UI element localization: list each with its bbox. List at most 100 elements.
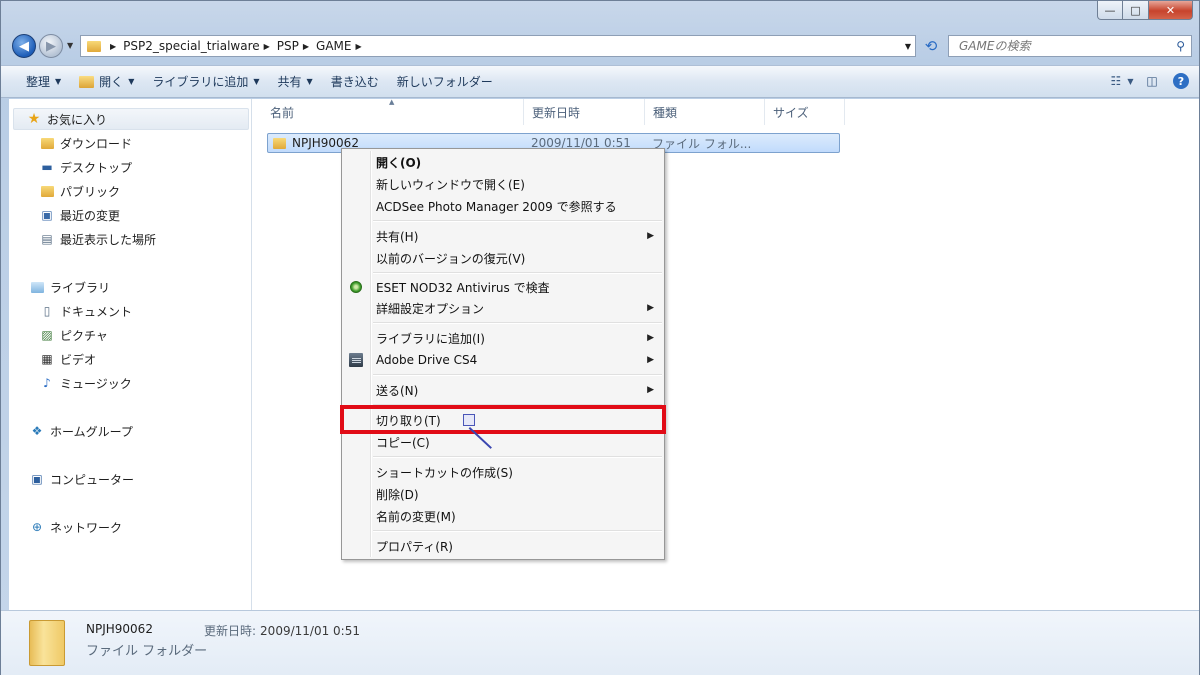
sidebar-item-libraries[interactable]: ライブラリ bbox=[29, 276, 110, 298]
search-icon[interactable]: ⚲ bbox=[1176, 39, 1185, 53]
column-name[interactable]: 名前 bbox=[252, 99, 524, 125]
menu-item-create-shortcut[interactable]: ショートカットの作成(S) bbox=[376, 462, 513, 482]
sidebar-item-label: コンピューター bbox=[50, 472, 135, 487]
sidebar-item-label: パブリック bbox=[60, 184, 121, 199]
context-menu: 開く(O) 新しいウィンドウで開く(E) ACDSee Photo Manage… bbox=[341, 148, 665, 560]
submenu-arrow-icon: ▶ bbox=[647, 355, 654, 365]
recent-changes-icon: ▣ bbox=[41, 208, 53, 222]
sidebar-item-recent-places[interactable]: ▤ 最近表示した場所 bbox=[39, 228, 156, 250]
downloads-folder-icon bbox=[39, 135, 55, 151]
share-button[interactable]: 共有 ▼ bbox=[269, 70, 322, 94]
open-button[interactable]: 開く ▼ bbox=[70, 70, 143, 94]
sidebar-item-label: ホームグループ bbox=[50, 424, 133, 439]
arrow-left-icon: ◀ bbox=[19, 38, 29, 54]
breadcrumb-item[interactable]: PSP2_special_trialware bbox=[123, 39, 259, 53]
chevron-down-icon[interactable]: ▼ bbox=[905, 42, 911, 51]
sidebar-item-music[interactable]: ♪ ミュージック bbox=[39, 372, 132, 394]
network-icon: ⊕ bbox=[31, 520, 43, 534]
menu-item-delete[interactable]: 削除(D) bbox=[376, 484, 419, 504]
sidebar-item-downloads[interactable]: ダウンロード bbox=[39, 132, 132, 154]
sidebar-item-homegroup[interactable]: ❖ ホームグループ bbox=[29, 420, 133, 442]
menu-item-share[interactable]: 共有(H) bbox=[376, 226, 418, 246]
submenu-arrow-icon: ▶ bbox=[647, 385, 654, 395]
burn-button[interactable]: 書き込む bbox=[322, 70, 388, 94]
details-date-value: 2009/11/01 0:51 bbox=[260, 624, 360, 638]
refresh-icon[interactable]: ⟲ bbox=[922, 37, 940, 55]
details-pane: NPJH90062 更新日時: 2009/11/01 0:51 ファイル フォルダ… bbox=[1, 610, 1199, 675]
minimize-button[interactable]: — bbox=[1097, 1, 1123, 20]
search-box[interactable]: ⚲ bbox=[948, 35, 1192, 57]
recent-pages-dropdown[interactable]: ▼ bbox=[67, 41, 73, 50]
chevron-down-icon: ▼ bbox=[306, 77, 313, 86]
open-label: 開く bbox=[99, 75, 124, 89]
sidebar-item-recent-changes[interactable]: ▣ 最近の変更 bbox=[39, 204, 120, 226]
details-date-label: 更新日時: bbox=[204, 624, 257, 638]
menu-item-advanced-options[interactable]: 詳細設定オプション bbox=[376, 298, 484, 318]
organize-label: 整理 bbox=[26, 75, 51, 89]
sidebar-item-label: ネットワーク bbox=[50, 520, 123, 535]
search-input[interactable] bbox=[957, 38, 1161, 54]
menu-item-eset-scan[interactable]: ESET NOD32 Antivirus で検査 bbox=[376, 277, 550, 297]
menu-item-properties[interactable]: プロパティ(R) bbox=[376, 536, 453, 556]
breadcrumb: ▶ PSP2_special_trialware ▶ PSP ▶ GAME ▶ bbox=[106, 39, 369, 53]
recent-places-icon: ▤ bbox=[41, 232, 53, 246]
new-folder-button[interactable]: 新しいフォルダー bbox=[388, 70, 502, 94]
navigation-pane: ★ お気に入り ダウンロード ▬ デスクトップ パブリック ▣ 最近の変更 ▤ … bbox=[9, 99, 252, 610]
chevron-down-icon: ▼ bbox=[55, 77, 62, 86]
adobe-drive-icon bbox=[348, 352, 364, 368]
menu-item-rename[interactable]: 名前の変更(M) bbox=[376, 506, 456, 526]
folder-icon bbox=[39, 183, 55, 199]
breadcrumb-item[interactable]: GAME bbox=[316, 39, 351, 53]
sidebar-item-pictures[interactable]: ▨ ピクチャ bbox=[39, 324, 108, 346]
sidebar-item-desktop[interactable]: ▬ デスクトップ bbox=[39, 156, 132, 178]
sidebar-item-network[interactable]: ⊕ ネットワーク bbox=[29, 516, 122, 538]
chevron-right-icon[interactable]: ▶ bbox=[264, 42, 270, 51]
eset-antivirus-icon bbox=[348, 279, 364, 295]
sidebar-item-label: 最近の変更 bbox=[60, 208, 121, 223]
sidebar-item-computer[interactable]: ▣ コンピューター bbox=[29, 468, 134, 490]
forward-button[interactable]: ▶ bbox=[39, 34, 63, 58]
chevron-right-icon[interactable]: ▶ bbox=[356, 42, 362, 51]
music-note-icon: ♪ bbox=[43, 376, 51, 390]
arrow-right-icon: ▶ bbox=[46, 38, 56, 54]
menu-item-open-new-window[interactable]: 新しいウィンドウで開く(E) bbox=[376, 174, 525, 194]
sidebar-item-label: ドキュメント bbox=[60, 304, 133, 319]
desktop-icon: ▬ bbox=[41, 160, 53, 174]
computer-icon: ▣ bbox=[31, 472, 43, 486]
picture-icon: ▨ bbox=[41, 328, 53, 342]
back-button[interactable]: ◀ bbox=[12, 34, 36, 58]
preview-pane-icon[interactable]: ◫ bbox=[1143, 72, 1161, 90]
details-type: ファイル フォルダー bbox=[86, 644, 208, 659]
view-options-icon[interactable]: ☷ ▼ bbox=[1111, 72, 1134, 90]
menu-item-send-to[interactable]: 送る(N) bbox=[376, 380, 418, 400]
breadcrumb-item[interactable]: PSP bbox=[277, 39, 299, 53]
close-button[interactable]: ✕ bbox=[1149, 1, 1193, 20]
menu-item-copy[interactable]: コピー(C) bbox=[376, 432, 430, 452]
column-date[interactable]: 更新日時 bbox=[524, 99, 645, 125]
help-icon[interactable]: ? bbox=[1173, 73, 1189, 89]
column-size[interactable]: サイズ bbox=[765, 99, 845, 125]
menu-item-acdsee[interactable]: ACDSee Photo Manager 2009 で参照する bbox=[376, 196, 617, 216]
sidebar-item-documents[interactable]: ▯ ドキュメント bbox=[39, 300, 132, 322]
sidebar-item-public[interactable]: パブリック bbox=[39, 180, 120, 202]
star-icon: ★ bbox=[27, 111, 41, 127]
chevron-right-icon[interactable]: ▶ bbox=[303, 42, 309, 51]
sidebar-item-label: ピクチャ bbox=[60, 328, 108, 343]
chevron-right-icon[interactable]: ▶ bbox=[110, 42, 116, 51]
sidebar-item-videos[interactable]: ▦ ビデオ bbox=[39, 348, 96, 370]
burn-label: 書き込む bbox=[330, 75, 379, 89]
sidebar-item-label: ライブラリ bbox=[50, 280, 111, 295]
window-controls: — □ ✕ bbox=[1097, 1, 1193, 20]
sidebar-item-label: お気に入り bbox=[47, 112, 108, 127]
menu-item-add-to-library[interactable]: ライブラリに追加(I) bbox=[376, 328, 485, 348]
menu-item-adobe-drive[interactable]: Adobe Drive CS4 bbox=[376, 350, 477, 370]
menu-item-restore-previous[interactable]: 以前のバージョンの復元(V) bbox=[376, 248, 525, 268]
organize-button[interactable]: 整理 ▼ bbox=[17, 70, 70, 94]
sidebar-item-label: ミュージック bbox=[60, 376, 132, 391]
column-type[interactable]: 種類 bbox=[645, 99, 765, 125]
maximize-button[interactable]: □ bbox=[1123, 1, 1149, 20]
add-to-library-button[interactable]: ライブラリに追加 ▼ bbox=[143, 70, 268, 94]
sidebar-item-favorites[interactable]: ★ お気に入り bbox=[13, 108, 249, 130]
menu-item-open[interactable]: 開く(O) bbox=[376, 152, 421, 172]
address-bar[interactable]: ▶ PSP2_special_trialware ▶ PSP ▶ GAME ▶ … bbox=[80, 35, 916, 57]
